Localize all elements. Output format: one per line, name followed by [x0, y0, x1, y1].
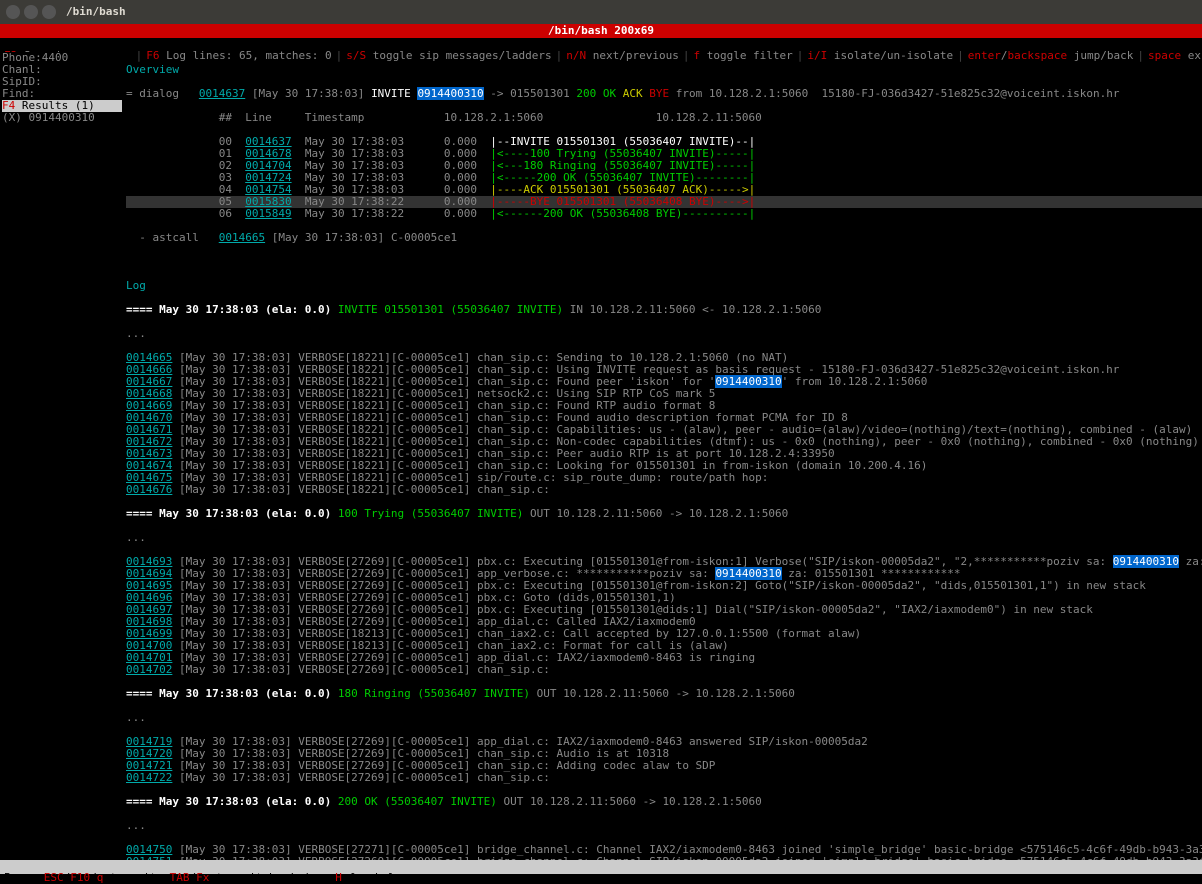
log-section-header: ==== May 30 17:38:03 (ela: 0.0) 180 Ring…	[126, 688, 1202, 700]
result-item[interactable]: (X) 0914400310	[2, 112, 124, 124]
log-header: Log	[126, 280, 1202, 292]
overview-header: Overview	[126, 64, 1202, 76]
minimize-icon[interactable]	[24, 5, 38, 19]
footer-bar: Press ESC/F10/q to exit, TAB/Fx to switc…	[0, 860, 1202, 874]
content-pane[interactable]: Overview = dialog 0014637 [May 30 17:38:…	[124, 52, 1202, 860]
sidebar: Phone:4400 Chanl: SipID: Find: F4 Result…	[0, 52, 124, 860]
log-line: 0014722 [May 30 17:38:03] VERBOSE[27269]…	[126, 772, 1202, 784]
dialog-line: = dialog 0014637 [May 30 17:38:03] INVIT…	[126, 88, 1202, 100]
log-section-header: ==== May 30 17:38:03 (ela: 0.0) 100 Tryi…	[126, 508, 1202, 520]
log-line: 0014702 [May 30 17:38:03] VERBOSE[27269]…	[126, 664, 1202, 676]
ladder-row[interactable]: 06 0015849 May 30 17:38:22 0.000 |<-----…	[126, 208, 1202, 220]
ladder-header: ## Line Timestamp 10.128.2.1:5060 10.128…	[126, 112, 1202, 124]
log-section-header: ==== May 30 17:38:03 (ela: 0.0) INVITE 0…	[126, 304, 1202, 316]
log-line: 0014676 [May 30 17:38:03] VERBOSE[18221]…	[126, 484, 1202, 496]
astcall-line: - astcall 0014665 [May 30 17:38:03] C-00…	[126, 232, 1202, 244]
app-title-bar: /bin/bash 200x69	[0, 24, 1202, 38]
window-controls	[6, 5, 56, 19]
log-section-header: ==== May 30 17:38:03 (ela: 0.0) 200 OK (…	[126, 796, 1202, 808]
log-line: 0014751 [May 30 17:38:03] VERBOSE[27269]…	[126, 856, 1202, 860]
titlebar: /bin/bash	[0, 0, 1202, 24]
help-bar: F3 Search|F6 Log lines: 65, matches: 0|s…	[0, 38, 1202, 52]
maximize-icon[interactable]	[42, 5, 56, 19]
close-icon[interactable]	[6, 5, 20, 19]
window-title: /bin/bash	[66, 6, 126, 18]
